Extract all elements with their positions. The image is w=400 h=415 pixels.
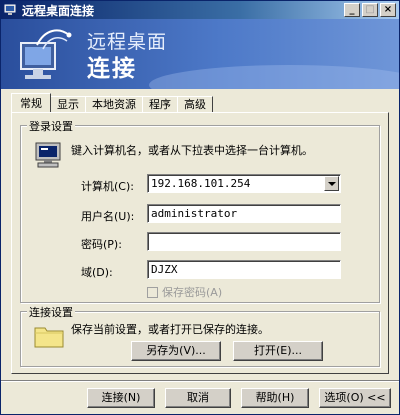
window-controls: _ □ ×: [344, 3, 396, 17]
general-tab-page: 登录设置 键入计算机名，或者从下拉表中选择一台计算机。 计算机(C): 192.…: [11, 112, 389, 374]
tab-general[interactable]: 常规: [11, 93, 51, 112]
footer-separator: [1, 380, 399, 382]
tab-programs[interactable]: 程序: [142, 96, 178, 112]
login-settings-group: 登录设置 键入计算机名，或者从下拉表中选择一台计算机。 计算机(C): 192.…: [20, 118, 380, 303]
tab-local-resources[interactable]: 本地资源: [85, 96, 143, 112]
remote-desktop-icon: [4, 4, 16, 15]
banner-swoosh: [149, 65, 399, 89]
connection-settings-group: 连接设置 保存当前设置，或者打开已保存的连接。 另存为(V)... 打开(E).…: [20, 304, 380, 367]
minimize-button[interactable]: _: [344, 3, 360, 17]
tab-advanced[interactable]: 高级: [177, 96, 213, 112]
domain-label: 域(D):: [81, 266, 113, 279]
domain-input[interactable]: DJZX: [147, 260, 341, 279]
computer-label: 计算机(C):: [81, 180, 134, 193]
save-as-button[interactable]: 另存为(V)...: [131, 341, 221, 361]
connection-hint-text: 保存当前设置，或者打开已保存的连接。: [71, 323, 269, 336]
tab-display[interactable]: 显示: [50, 96, 86, 112]
computer-icon: [35, 142, 61, 168]
window-title: 远程桌面连接: [22, 3, 95, 18]
computer-combobox[interactable]: 192.168.101.254: [147, 174, 341, 193]
save-password-label: 保存密码(A): [162, 286, 223, 299]
username-label: 用户名(U):: [81, 210, 135, 223]
password-input[interactable]: [147, 232, 341, 251]
connection-settings-legend: 连接设置: [27, 304, 75, 320]
banner: 远程桌面 连接: [1, 19, 399, 89]
chevron-down-icon[interactable]: [324, 176, 339, 191]
remote-desktop-banner-icon: [20, 29, 72, 79]
username-input[interactable]: administrator: [147, 204, 341, 223]
maximize-button[interactable]: □: [362, 3, 378, 17]
options-button[interactable]: 选项(O) <<: [319, 388, 391, 408]
folder-icon: [34, 327, 64, 348]
login-hint-text: 键入计算机名，或者从下拉表中选择一台计算机。: [71, 144, 313, 157]
cancel-button[interactable]: 取消: [165, 388, 231, 408]
help-button[interactable]: 帮助(H): [241, 388, 309, 408]
tab-strip: 常规 显示 本地资源 程序 高级: [11, 93, 213, 112]
login-settings-legend: 登录设置: [27, 118, 75, 134]
computer-value: 192.168.101.254: [151, 177, 251, 190]
remote-desktop-window: 远程桌面连接 _ □ × 远程桌面 连接 常规 显示 本地资源 程序 高级 登录…: [0, 0, 400, 415]
connect-button[interactable]: 连接(N): [87, 388, 155, 408]
open-button[interactable]: 打开(E)...: [233, 341, 323, 361]
save-password-checkbox[interactable]: [147, 286, 158, 298]
title-bar[interactable]: 远程桌面连接 _ □ ×: [1, 1, 399, 19]
password-label: 密码(P):: [81, 238, 122, 251]
save-password-option[interactable]: 保存密码(A): [147, 284, 222, 300]
close-button[interactable]: ×: [380, 3, 396, 17]
banner-title-line2: 连接: [87, 56, 137, 82]
